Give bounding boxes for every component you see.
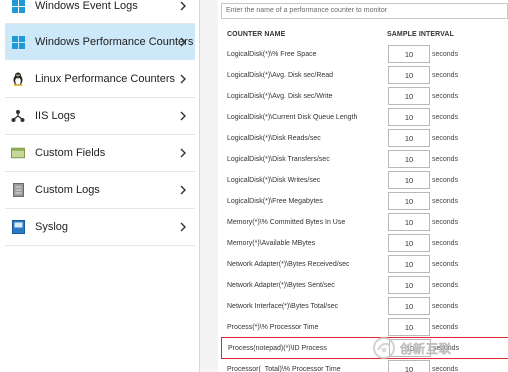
syslog-icon bbox=[11, 220, 25, 234]
windows-logo-icon bbox=[11, 35, 25, 49]
sample-interval-input[interactable]: 10 bbox=[388, 129, 430, 147]
sidebar-item-label: Windows Event Logs bbox=[35, 0, 138, 12]
counter-name: Network Adapter(*)\Bytes Sent/sec bbox=[227, 282, 335, 289]
sample-interval-input[interactable]: 10 bbox=[388, 234, 430, 252]
sidebar-item-custom-logs[interactable]: Custom Logs bbox=[5, 172, 195, 208]
chevron-right-icon bbox=[179, 184, 187, 196]
counter-name: LogicalDisk(*)\Current Disk Queue Length bbox=[227, 114, 358, 121]
watermark-text: 创新互联 bbox=[400, 341, 453, 356]
column-header-counter-name: COUNTER NAME bbox=[227, 31, 286, 38]
column-header-sample-interval: SAMPLE INTERVAL bbox=[387, 31, 454, 38]
interval-unit-label: seconds bbox=[432, 156, 459, 163]
table-row: Network Adapter(*)\Bytes Received/sec 10 s… bbox=[218, 254, 508, 275]
interval-unit-label: seconds bbox=[432, 324, 459, 331]
sample-interval-input[interactable]: 10 bbox=[388, 213, 430, 231]
sample-interval-input[interactable]: 10 bbox=[388, 150, 430, 168]
linux-penguin-icon bbox=[11, 72, 25, 86]
sample-interval-input[interactable]: 10 bbox=[388, 192, 430, 210]
interval-unit-label: seconds bbox=[432, 261, 459, 268]
table-row: LogicalDisk(*)\Avg. Disk sec/Read 10 secon… bbox=[218, 65, 508, 86]
table-row: LogicalDisk(*)\Disk Reads/sec 10 seconds bbox=[218, 128, 508, 149]
custom-fields-icon bbox=[11, 146, 25, 160]
chevron-right-icon bbox=[179, 221, 187, 233]
counter-name: LogicalDisk(*)\Avg. Disk sec/Read bbox=[227, 72, 334, 79]
table-row: Memory(*)\% Committed Bytes In Use 10 seco… bbox=[218, 212, 508, 233]
counter-name: LogicalDisk(*)\Disk Reads/sec bbox=[227, 135, 321, 142]
sample-interval-input[interactable]: 10 bbox=[388, 66, 430, 84]
sidebar-item-label: IIS Logs bbox=[35, 110, 76, 122]
counter-name: Processor(_Total)\% Processor Time bbox=[227, 366, 341, 372]
sample-interval-input[interactable]: 10 bbox=[388, 87, 430, 105]
sidebar-item-label: Custom Fields bbox=[35, 147, 106, 159]
sidebar-item-custom-fields[interactable]: Custom Fields bbox=[5, 135, 195, 171]
table-row: LogicalDisk(*)\Current Disk Queue Length… bbox=[218, 107, 508, 128]
sidebar-item-label: Windows Performance Counters bbox=[35, 36, 194, 48]
interval-unit-label: seconds bbox=[432, 51, 459, 58]
table-row: LogicalDisk(*)\Avg. Disk sec/Write 10 seco… bbox=[218, 86, 508, 107]
watermark: 创新互联 bbox=[372, 332, 508, 364]
performance-counters-panel: Enter the name of a performance counter … bbox=[218, 0, 508, 372]
sidebar-item-iis-logs[interactable]: IIS Logs bbox=[5, 98, 195, 134]
counter-name: Process(*)\% Processor Time bbox=[227, 324, 319, 331]
counter-search-input[interactable]: Enter the name of a performance counter … bbox=[221, 3, 508, 19]
table-row: Network Interface(*)\Bytes Total/sec 10 se… bbox=[218, 296, 508, 317]
chevron-right-icon bbox=[179, 147, 187, 159]
custom-logs-icon bbox=[11, 183, 25, 197]
counter-name: Process(notepad)(*)\ID Process bbox=[228, 345, 327, 352]
table-row: Network Adapter(*)\Bytes Sent/sec 10 secon… bbox=[218, 275, 508, 296]
sample-interval-input[interactable]: 10 bbox=[388, 171, 430, 189]
interval-unit-label: seconds bbox=[432, 135, 459, 142]
sidebar-item-label: Syslog bbox=[35, 221, 69, 233]
table-row: LogicalDisk(*)\% Free Space 10 seconds bbox=[218, 44, 508, 65]
counter-name: Memory(*)\Available MBytes bbox=[227, 240, 316, 247]
sample-interval-input[interactable]: 10 bbox=[388, 45, 430, 63]
sidebar: Windows Event Logs Windows Performance C… bbox=[0, 0, 200, 372]
interval-unit-label: seconds bbox=[432, 366, 459, 372]
counter-name: LogicalDisk(*)\% Free Space bbox=[227, 51, 317, 58]
counter-name: Memory(*)\% Committed Bytes In Use bbox=[227, 219, 346, 226]
divider bbox=[5, 245, 195, 246]
interval-unit-label: seconds bbox=[432, 198, 459, 205]
interval-unit-label: seconds bbox=[432, 72, 459, 79]
counter-name: LogicalDisk(*)\Disk Transfers/sec bbox=[227, 156, 330, 163]
interval-unit-label: seconds bbox=[432, 240, 459, 247]
interval-unit-label: seconds bbox=[432, 303, 459, 310]
windows-logo-icon bbox=[11, 0, 25, 13]
counter-name: Network Adapter(*)\Bytes Received/sec bbox=[227, 261, 350, 268]
table-row: Memory(*)\Available MBytes 10 seconds bbox=[218, 233, 508, 254]
chevron-right-icon bbox=[179, 0, 187, 12]
counter-name: Network Interface(*)\Bytes Total/sec bbox=[227, 303, 339, 310]
counter-name: LogicalDisk(*)\Free Megabytes bbox=[227, 198, 323, 205]
sample-interval-input[interactable]: 10 bbox=[388, 276, 430, 294]
table-row: LogicalDisk(*)\Disk Transfers/sec 10 secon… bbox=[218, 149, 508, 170]
counter-name: LogicalDisk(*)\Disk Writes/sec bbox=[227, 177, 321, 184]
chevron-right-icon bbox=[179, 36, 187, 48]
interval-unit-label: seconds bbox=[432, 282, 459, 289]
sidebar-item-windows-event-logs[interactable]: Windows Event Logs bbox=[5, 0, 195, 24]
sidebar-item-label: Custom Logs bbox=[35, 184, 100, 196]
counter-name: LogicalDisk(*)\Avg. Disk sec/Write bbox=[227, 93, 333, 100]
sample-interval-input[interactable]: 10 bbox=[388, 297, 430, 315]
sidebar-item-linux-performance-counters[interactable]: Linux Performance Counters bbox=[5, 61, 195, 97]
chevron-right-icon bbox=[179, 110, 187, 122]
interval-unit-label: seconds bbox=[432, 219, 459, 226]
chevron-right-icon bbox=[179, 73, 187, 85]
table-row: LogicalDisk(*)\Disk Writes/sec 10 seconds bbox=[218, 170, 508, 191]
sidebar-item-label: Linux Performance Counters bbox=[35, 73, 176, 85]
interval-unit-label: seconds bbox=[432, 177, 459, 184]
table-row: LogicalDisk(*)\Free Megabytes 10 seconds bbox=[218, 191, 508, 212]
interval-unit-label: seconds bbox=[432, 93, 459, 100]
sample-interval-input[interactable]: 10 bbox=[388, 255, 430, 273]
panel-gutter bbox=[200, 0, 218, 372]
sidebar-item-windows-performance-counters[interactable]: Windows Performance Counters bbox=[5, 24, 195, 60]
interval-unit-label: seconds bbox=[432, 114, 459, 121]
sample-interval-input[interactable]: 10 bbox=[388, 108, 430, 126]
sidebar-item-syslog[interactable]: Syslog bbox=[5, 209, 195, 245]
watermark-logo-icon bbox=[372, 336, 396, 360]
iis-network-icon bbox=[11, 109, 25, 123]
